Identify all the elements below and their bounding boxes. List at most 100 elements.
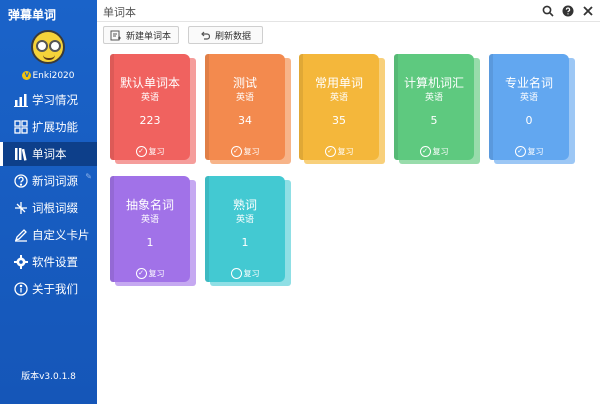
check-circle-icon: ✓ — [419, 146, 431, 157]
wordbook-name: 计算机词汇 — [403, 76, 464, 90]
check-circle-icon: ✓ — [230, 146, 242, 157]
review-button[interactable]: ✓ 复习 — [205, 146, 285, 157]
review-button[interactable]: 复习 — [205, 268, 285, 279]
review-label: 复习 — [527, 147, 544, 156]
wordbook-count: 1 — [241, 236, 249, 249]
page-title: 单词本 — [103, 6, 136, 19]
wordbook-card[interactable]: 测试 英语 34 ✓ 复习 — [205, 54, 291, 164]
close-icon[interactable] — [582, 5, 594, 17]
undo-icon — [201, 31, 210, 40]
review-label: 复习 — [148, 147, 165, 156]
sidebar-item-settings[interactable]: 软件设置 — [0, 250, 97, 274]
wordbook-card[interactable]: 熟词 英语 1 复习 — [205, 176, 291, 286]
help-icon[interactable] — [562, 5, 574, 17]
sidebar-item-new-word-source[interactable]: 新词词源 ✎ — [0, 169, 97, 193]
review-label: 复习 — [337, 147, 354, 156]
sidebar-item-label: 软件设置 — [32, 255, 78, 269]
new-wordbook-button[interactable]: 新建单词本 — [103, 26, 179, 44]
check-circle-icon: ✓ — [514, 146, 526, 157]
card-cover[interactable]: 抽象名词 英语 1 ✓ 复习 — [110, 176, 190, 282]
header-divider — [97, 21, 600, 22]
wordbook-language: 英语 — [329, 93, 348, 103]
card-cover[interactable]: 常用单词英语 35 ✓ 复习 — [299, 54, 379, 160]
review-button[interactable]: ✓ 复习 — [299, 146, 379, 157]
sidebar-item-roots-affixes[interactable]: 词根词缀 — [0, 196, 97, 220]
refresh-button[interactable]: 刷新数据 — [188, 26, 263, 44]
card-cover[interactable]: 专业名词英语 0 ✓ 复习 — [489, 54, 569, 160]
card-spine — [205, 176, 209, 282]
sidebar-item-about[interactable]: 关于我们 — [0, 277, 97, 301]
wordbook-language: 英语 — [140, 93, 159, 103]
wordbook-name: 默认单词本 — [119, 76, 180, 90]
avatar[interactable] — [31, 30, 65, 64]
new-book-icon — [110, 30, 121, 40]
avatar-mouth — [43, 55, 55, 60]
review-button[interactable]: ✓ 复习 — [110, 146, 190, 157]
gear-icon — [14, 255, 28, 269]
version-label: 版本v3.0.1.8 — [21, 372, 76, 382]
search-icon[interactable] — [542, 5, 554, 17]
card-spine — [299, 54, 303, 160]
wordbook-name: 专业名词 — [504, 76, 553, 90]
review-button[interactable]: ✓ 复习 — [489, 146, 569, 157]
wordbook-language: 英语 — [140, 215, 159, 225]
wordbook-card[interactable]: 常用单词英语 35 ✓ 复习 — [299, 54, 385, 164]
wordbook-language: 英语 — [519, 93, 538, 103]
card-cover[interactable]: 计算机词汇 英语 5 ✓ 复习 — [394, 54, 474, 160]
new-wordbook-label: 新建单词本 — [126, 31, 172, 42]
split-icon — [14, 201, 28, 215]
wordbook-count: 0 — [525, 114, 533, 127]
review-label: 复习 — [432, 147, 449, 156]
wordbook-count: 35 — [332, 114, 346, 127]
check-circle-icon: ✓ — [135, 268, 147, 279]
question-icon — [14, 174, 28, 188]
sidebar-item-label: 词根词缀 — [32, 201, 78, 215]
books-icon — [14, 147, 28, 161]
sidebar: 弹幕单词 V Enki2020 学习情况 扩展功能 单词本 新词词源 ✎ 词根词… — [0, 0, 97, 404]
card-spine — [110, 176, 114, 282]
sidebar-item-custom-cards[interactable]: 自定义卡片 — [0, 223, 97, 247]
check-circle-icon: ✓ — [324, 146, 336, 157]
card-spine — [110, 54, 114, 160]
wordbook-card[interactable]: 计算机词汇 英语 5 ✓ 复习 — [394, 54, 480, 164]
sidebar-item-extensions[interactable]: 扩展功能 — [0, 115, 97, 139]
card-cover[interactable]: 熟词 英语 1 复习 — [205, 176, 285, 282]
wordbook-count: 34 — [238, 114, 252, 127]
pin-icon[interactable]: ✎ — [85, 172, 92, 181]
sidebar-item-wordbook[interactable]: 单词本 — [0, 142, 97, 166]
check-circle-icon: ✓ — [135, 146, 147, 157]
info-icon — [14, 282, 28, 296]
card-cover[interactable]: 测试 英语 34 ✓ 复习 — [205, 54, 285, 160]
wordbook-card[interactable]: 默认单词本英语 223 ✓ 复习 — [110, 54, 196, 164]
sidebar-item-label: 扩展功能 — [32, 120, 78, 134]
card-cover[interactable]: 默认单词本英语 223 ✓ 复习 — [110, 54, 190, 160]
card-spine — [489, 54, 493, 160]
wordbook-card[interactable]: 抽象名词 英语 1 ✓ 复习 — [110, 176, 196, 286]
sidebar-item-label: 学习情况 — [32, 93, 78, 107]
grid-icon — [14, 120, 28, 134]
edit-icon — [14, 228, 28, 242]
username-text: Enki2020 — [32, 71, 75, 81]
sidebar-item-label: 单词本 — [32, 147, 67, 161]
sidebar-item-label: 关于我们 — [32, 282, 78, 296]
window-controls — [542, 5, 594, 17]
username[interactable]: V Enki2020 — [0, 71, 97, 81]
review-button[interactable]: ✓ 复习 — [394, 146, 474, 157]
review-label: 复习 — [243, 147, 260, 156]
wordbook-language: 英语 — [235, 93, 254, 103]
bar-chart-icon — [14, 93, 28, 107]
wordbook-count: 223 — [139, 114, 161, 127]
wordbook-count: 1 — [146, 236, 154, 249]
wordbook-card[interactable]: 专业名词英语 0 ✓ 复习 — [489, 54, 575, 164]
wordbook-name: 常用单词 — [314, 76, 363, 90]
avatar-goggle-left — [36, 40, 48, 52]
sidebar-item-learning[interactable]: 学习情况 — [0, 88, 97, 112]
vip-badge-icon: V — [22, 71, 32, 80]
card-spine — [205, 54, 209, 160]
app-title: 弹幕单词 — [8, 8, 57, 22]
wordbook-language: 英语 — [424, 93, 443, 103]
review-button[interactable]: ✓ 复习 — [110, 268, 190, 279]
card-spine — [394, 54, 398, 160]
empty-circle-icon — [230, 268, 242, 279]
wordbook-language: 英语 — [235, 215, 254, 225]
